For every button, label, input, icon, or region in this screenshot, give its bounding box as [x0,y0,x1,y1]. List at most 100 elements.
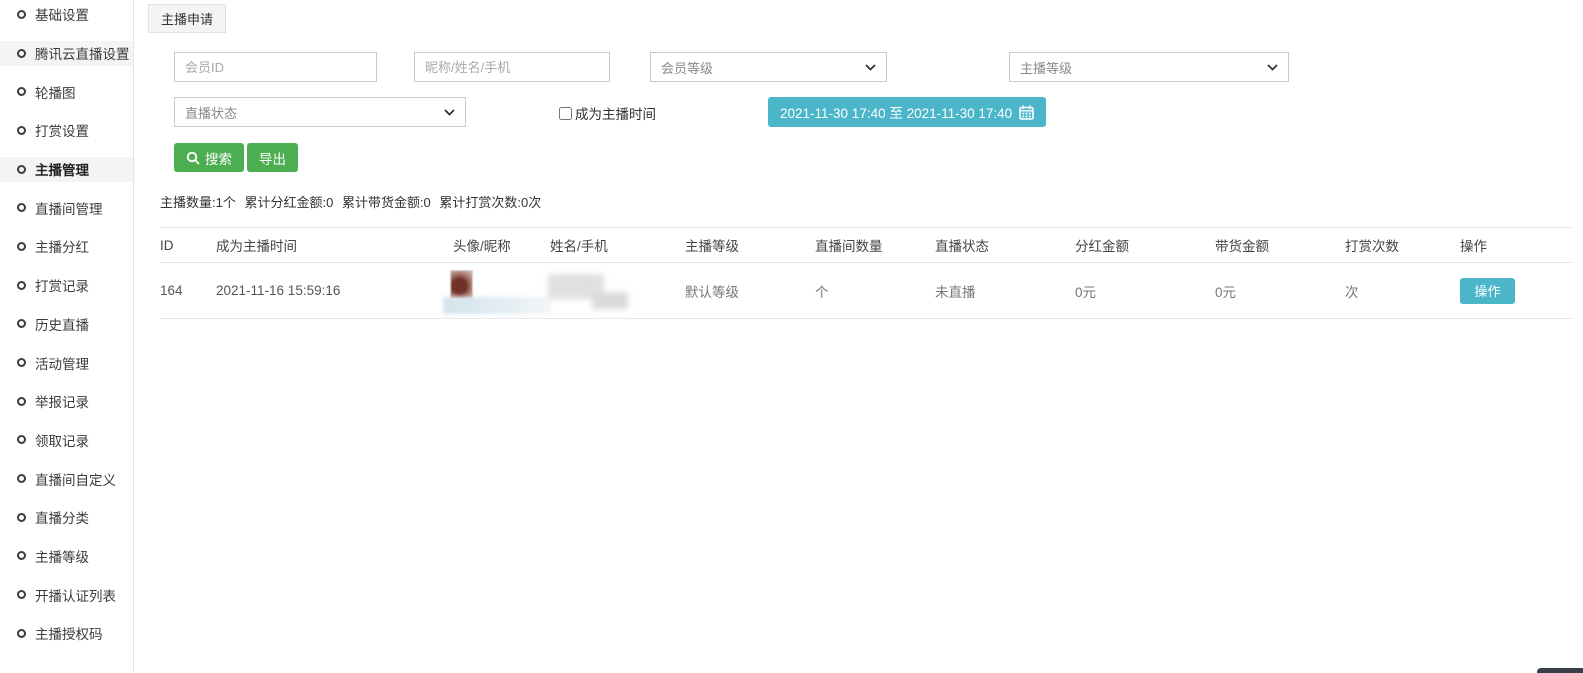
cell-avatar-nickname [453,263,550,319]
col-header-become-time: 成为主播时间 [216,228,453,263]
row-action-button[interactable]: 操作 [1460,278,1515,304]
circle-icon [17,319,26,328]
circle-icon [17,87,26,96]
cell-reward-count: 次 [1345,263,1460,319]
chevron-down-icon [444,109,455,116]
become-anchor-time-checkbox[interactable] [559,107,572,120]
member-level-select[interactable]: 会员等级 [650,52,887,82]
sidebar-item-label: 主播授权码 [35,623,103,643]
sidebar-item-live-room-management[interactable]: 直播间管理 [0,188,133,227]
sidebar-item-claim-records[interactable]: 领取记录 [0,421,133,460]
cell-goods-amount: 0元 [1215,263,1345,319]
sidebar-item-label: 历史直播 [35,314,89,334]
col-header-action: 操作 [1460,228,1572,263]
cell-dividend: 0元 [1075,263,1215,319]
sidebar-item-activity-management[interactable]: 活动管理 [0,343,133,382]
circle-icon [17,10,26,19]
chevron-down-icon [1267,64,1278,71]
circle-icon [17,281,26,290]
sidebar-item-label: 基础设置 [35,4,89,24]
cell-id: 164 [160,263,216,319]
member-id-input[interactable] [174,52,377,82]
name-phone-redacted [550,263,685,318]
circle-icon [17,358,26,367]
cell-become-time: 2021-11-16 15:59:16 [216,263,453,319]
sidebar-item-anchor-level[interactable]: 主播等级 [0,537,133,576]
sidebar-item-carousel[interactable]: 轮播图 [0,72,133,111]
sidebar-item-history-live[interactable]: 历史直播 [0,305,133,344]
tab-label: 主播申请 [161,9,213,28]
sidebar-item-basic-settings[interactable]: 基础设置 [0,0,133,34]
sidebar-item-tencent-cloud-live-settings[interactable]: 腾讯云直播设置 [0,34,133,73]
circle-icon [17,474,26,483]
cell-name-phone [550,263,685,319]
phone-redacted-blur [592,292,628,309]
nickname-name-phone-input[interactable] [414,52,610,82]
sidebar: 基础设置 腾讯云直播设置 轮播图 打赏设置 主播管理 直播间管理 主播分红 打赏… [0,0,134,673]
member-level-select-value: 会员等级 [661,58,713,77]
sidebar-item-report-records[interactable]: 举报记录 [0,382,133,421]
total-reward-stat: 累计打赏次数:0次 [439,195,541,210]
live-status-select-value: 直播状态 [185,103,237,122]
sidebar-item-reward-records[interactable]: 打赏记录 [0,266,133,305]
search-button[interactable]: 搜索 [174,143,244,172]
sidebar-item-reward-settings[interactable]: 打赏设置 [0,111,133,150]
sidebar-item-live-room-custom[interactable]: 直播间自定义 [0,459,133,498]
circle-icon [17,397,26,406]
sidebar-item-anchor-auth-code[interactable]: 主播授权码 [0,614,133,653]
table-row: 164 2021-11-16 15:59:16 默认等级 个 未直播 [160,263,1572,319]
circle-icon [17,126,26,135]
become-anchor-time-filter[interactable]: 成为主播时间 [559,103,656,123]
nickname-redacted-blur [443,297,551,314]
sidebar-menu: 基础设置 腾讯云直播设置 轮播图 打赏设置 主播管理 直播间管理 主播分红 打赏… [0,0,133,653]
chevron-down-icon [865,64,876,71]
tab-anchor-application[interactable]: 主播申请 [148,4,226,33]
summary-stats: 主播数量:1个 累计分红金额:0 累计带货金额:0 累计打赏次数:0次 [160,192,546,211]
anchor-level-select-value: 主播等级 [1020,58,1072,77]
anchor-table: ID 成为主播时间 头像/昵称 姓名/手机 主播等级 直播间数量 直播状态 分红… [160,227,1572,319]
sidebar-item-label: 腾讯云直播设置 [35,43,130,63]
col-header-name-phone: 姓名/手机 [550,228,685,263]
circle-icon [17,551,26,560]
col-header-reward-count: 打赏次数 [1345,228,1460,263]
sidebar-item-label: 领取记录 [35,430,89,450]
main-content: 主播申请 会员等级 主播等级 直播状态 成为主播时间 2021-11-30 17… [134,0,1583,673]
sidebar-item-live-category[interactable]: 直播分类 [0,498,133,537]
avatar [450,270,473,299]
sidebar-item-label: 开播认证列表 [35,585,116,605]
cell-action: 操作 [1460,263,1572,319]
circle-icon [17,590,26,599]
sidebar-item-label: 直播间管理 [35,198,103,218]
become-anchor-time-label: 成为主播时间 [575,103,656,123]
sidebar-item-label: 打赏记录 [35,275,89,295]
anchor-level-select[interactable]: 主播等级 [1009,52,1289,82]
sidebar-item-label: 举报记录 [35,391,89,411]
sidebar-item-anchor-management[interactable]: 主播管理 [0,150,133,189]
col-header-room-count: 直播间数量 [815,228,935,263]
sidebar-item-anchor-dividend[interactable]: 主播分红 [0,227,133,266]
cell-anchor-level: 默认等级 [685,263,815,319]
circle-icon [17,513,26,522]
sidebar-item-label: 主播分红 [35,236,89,256]
date-range-text: 2021-11-30 17:40 至 2021-11-30 17:40 [780,102,1012,122]
circle-icon [17,165,26,174]
live-status-select[interactable]: 直播状态 [174,97,466,127]
search-icon [186,151,200,165]
cell-live-status: 未直播 [935,263,1075,319]
export-button-label: 导出 [259,148,286,168]
search-button-label: 搜索 [205,148,232,168]
circle-icon [17,49,26,58]
anchor-count-stat: 主播数量:1个 [160,195,236,210]
bottom-right-dark-bar [1537,668,1583,673]
sidebar-item-label: 轮播图 [35,82,76,102]
sidebar-item-label: 活动管理 [35,353,89,373]
circle-icon [17,435,26,444]
col-header-dividend: 分红金额 [1075,228,1215,263]
sidebar-item-live-auth-list[interactable]: 开播认证列表 [0,575,133,614]
total-dividend-stat: 累计分红金额:0 [244,195,333,210]
circle-icon [17,242,26,251]
export-button[interactable]: 导出 [247,143,298,172]
circle-icon [17,629,26,638]
date-range-button[interactable]: 2021-11-30 17:40 至 2021-11-30 17:40 [768,97,1046,127]
col-header-avatar-nickname: 头像/昵称 [453,228,550,263]
